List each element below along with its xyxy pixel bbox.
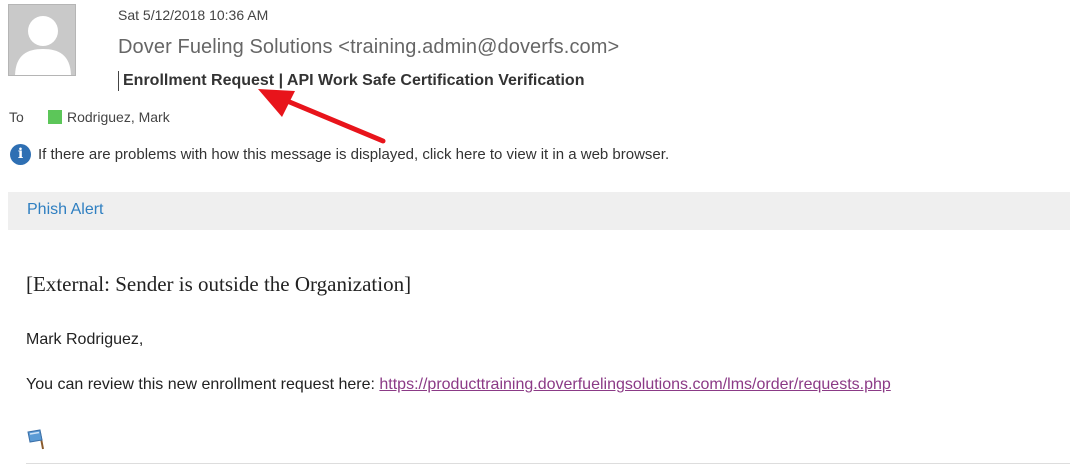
recipient-name[interactable]: Rodriguez, Mark (67, 109, 170, 125)
person-silhouette-icon (9, 5, 75, 75)
message-subject: Enrollment Request | API Work Safe Certi… (118, 71, 584, 91)
addin-bar (8, 192, 1070, 230)
phish-alert-button[interactable]: Phish Alert (27, 201, 103, 219)
message-date: Sat 5/12/2018 10:36 AM (118, 7, 269, 23)
info-bar-text[interactable]: If there are problems with how this mess… (38, 146, 669, 163)
red-arrow (258, 89, 386, 144)
greeting: Mark Rodriguez, (26, 331, 144, 348)
presence-icon (48, 110, 62, 124)
info-icon: i (10, 144, 31, 165)
review-line: You can review this new enrollment reque… (26, 376, 891, 394)
review-text: You can review this new enrollment reque… (26, 376, 380, 393)
flag-icon (26, 428, 50, 455)
external-sender-banner: [External: Sender is outside the Organiz… (26, 272, 412, 296)
to-label: To (9, 109, 24, 125)
body-divider (26, 463, 1070, 464)
sender-name[interactable]: Dover Fueling Solutions <training.admin@… (118, 36, 619, 59)
sender-avatar[interactable] (8, 4, 76, 76)
review-link[interactable]: https://producttraining.doverfuelingsolu… (379, 376, 890, 393)
